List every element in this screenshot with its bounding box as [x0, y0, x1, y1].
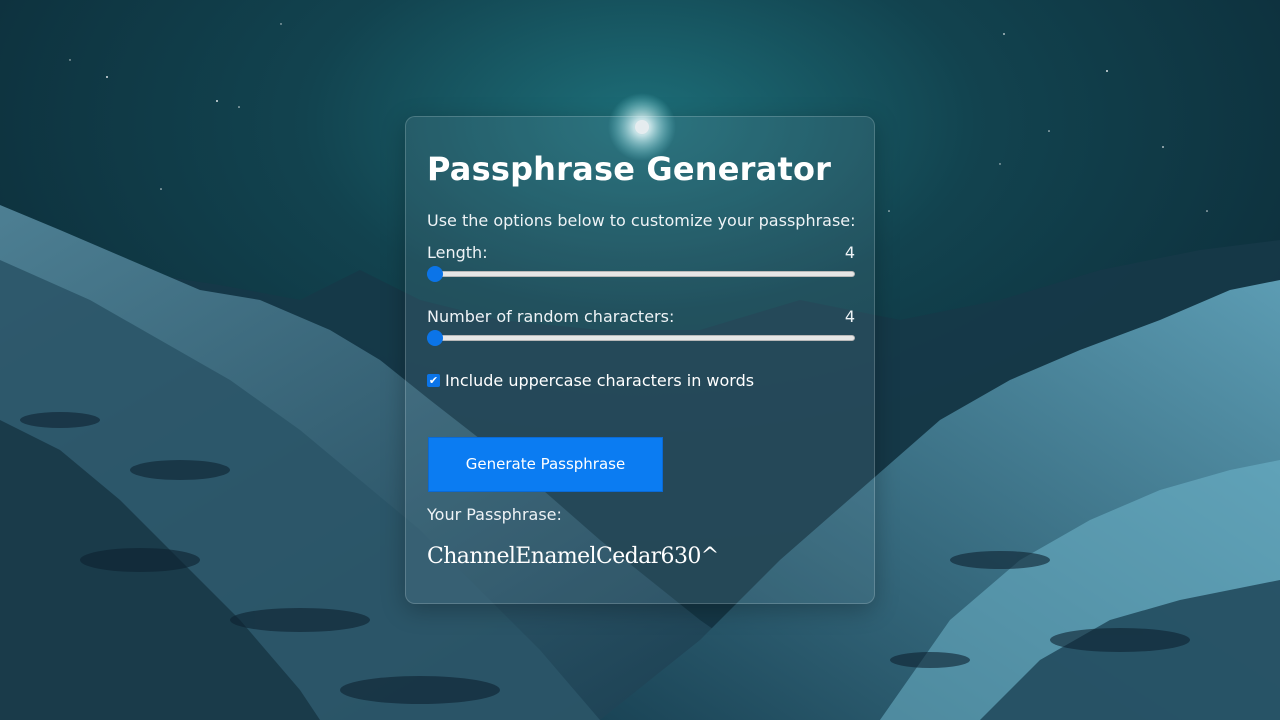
uppercase-label[interactable]: Include uppercase characters in words	[445, 371, 754, 391]
uppercase-checkbox[interactable]: ✔	[427, 374, 440, 387]
passphrase-card: Passphrase Generator Use the options bel…	[405, 116, 875, 604]
random-chars-slider-thumb[interactable]	[427, 330, 443, 346]
random-chars-value: 4	[844, 307, 855, 326]
intro-text: Use the options below to customize your …	[427, 211, 856, 230]
random-chars-slider[interactable]	[427, 330, 855, 346]
page-title: Passphrase Generator	[427, 150, 832, 188]
generate-passphrase-button[interactable]: Generate Passphrase	[428, 437, 663, 492]
length-slider[interactable]	[427, 266, 855, 282]
result-label: Your Passphrase:	[427, 505, 562, 524]
random-chars-row: Number of random characters: 4	[427, 307, 855, 327]
length-value: 4	[844, 243, 855, 262]
length-slider-thumb[interactable]	[427, 266, 443, 282]
length-slider-track	[427, 271, 855, 277]
passphrase-output: ChannelEnamelCedar630^	[427, 544, 719, 569]
random-chars-slider-track	[427, 335, 855, 341]
length-row: Length: 4	[427, 243, 855, 263]
length-label: Length:	[427, 243, 488, 262]
random-chars-label: Number of random characters:	[427, 307, 675, 326]
